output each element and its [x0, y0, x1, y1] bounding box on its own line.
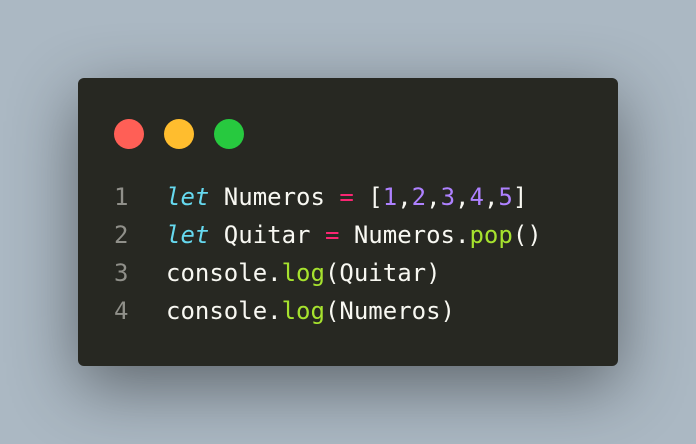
- code-token-fn: pop: [469, 221, 513, 249]
- code-token-pl: Quitar: [209, 221, 325, 249]
- code-token-num: 4: [469, 183, 484, 211]
- code-token-pl: ,: [426, 183, 441, 211]
- code-token-op: =: [324, 221, 340, 249]
- code-token-op: =: [339, 183, 354, 211]
- code-token-num: 1: [382, 183, 398, 211]
- code-token-pl: ,: [397, 183, 412, 211]
- code-text: let Numeros = [1,2,3,4,5]: [166, 178, 527, 216]
- code-token-fn: log: [281, 297, 325, 325]
- code-token-pl: (Quitar): [324, 259, 441, 287]
- code-token-pl: (): [512, 221, 542, 249]
- code-token-num: 2: [411, 183, 427, 211]
- line-number: 2: [114, 221, 129, 249]
- code-line: 1 let Numeros = [1,2,3,4,5]: [78, 178, 618, 216]
- code-text: let Quitar = Numeros.pop(): [166, 216, 542, 254]
- code-token-pl: ,: [483, 183, 499, 211]
- code-token-num: 3: [440, 183, 456, 211]
- code-text: console.log(Quitar): [166, 254, 441, 292]
- code-line: 2 let Quitar = Numeros.pop(): [78, 216, 618, 254]
- code-line: 4 console.log(Numeros): [78, 292, 618, 330]
- code-token-kw: let: [166, 221, 210, 249]
- code-token-pl: ,: [455, 183, 470, 211]
- maximize-dot-icon[interactable]: [214, 119, 244, 149]
- code-token-pl: (Numeros): [324, 297, 455, 325]
- line-number: 4: [114, 297, 129, 325]
- code-text: console.log(Numeros): [166, 292, 455, 330]
- line-number: 3: [114, 259, 129, 287]
- code-token-pl: Numeros: [209, 183, 340, 211]
- code-line: 3 console.log(Quitar): [78, 254, 618, 292]
- code-token-fn: log: [281, 259, 325, 287]
- code-token-pl: ]: [512, 183, 528, 211]
- line-number: 1: [114, 183, 129, 211]
- close-dot-icon[interactable]: [114, 119, 144, 149]
- code-token-pl: console.: [166, 297, 282, 325]
- code-block: 1 let Numeros = [1,2,3,4,5] 2 let Quitar = …: [78, 178, 618, 330]
- code-token-kw: let: [166, 183, 210, 211]
- code-window: 1 let Numeros = [1,2,3,4,5] 2 let Quitar = …: [78, 78, 618, 366]
- code-token-pl: [: [353, 183, 383, 211]
- code-token-pl: Numeros.: [339, 221, 470, 249]
- code-token-num: 5: [498, 183, 513, 211]
- minimize-dot-icon[interactable]: [164, 119, 194, 149]
- code-token-pl: console.: [166, 259, 282, 287]
